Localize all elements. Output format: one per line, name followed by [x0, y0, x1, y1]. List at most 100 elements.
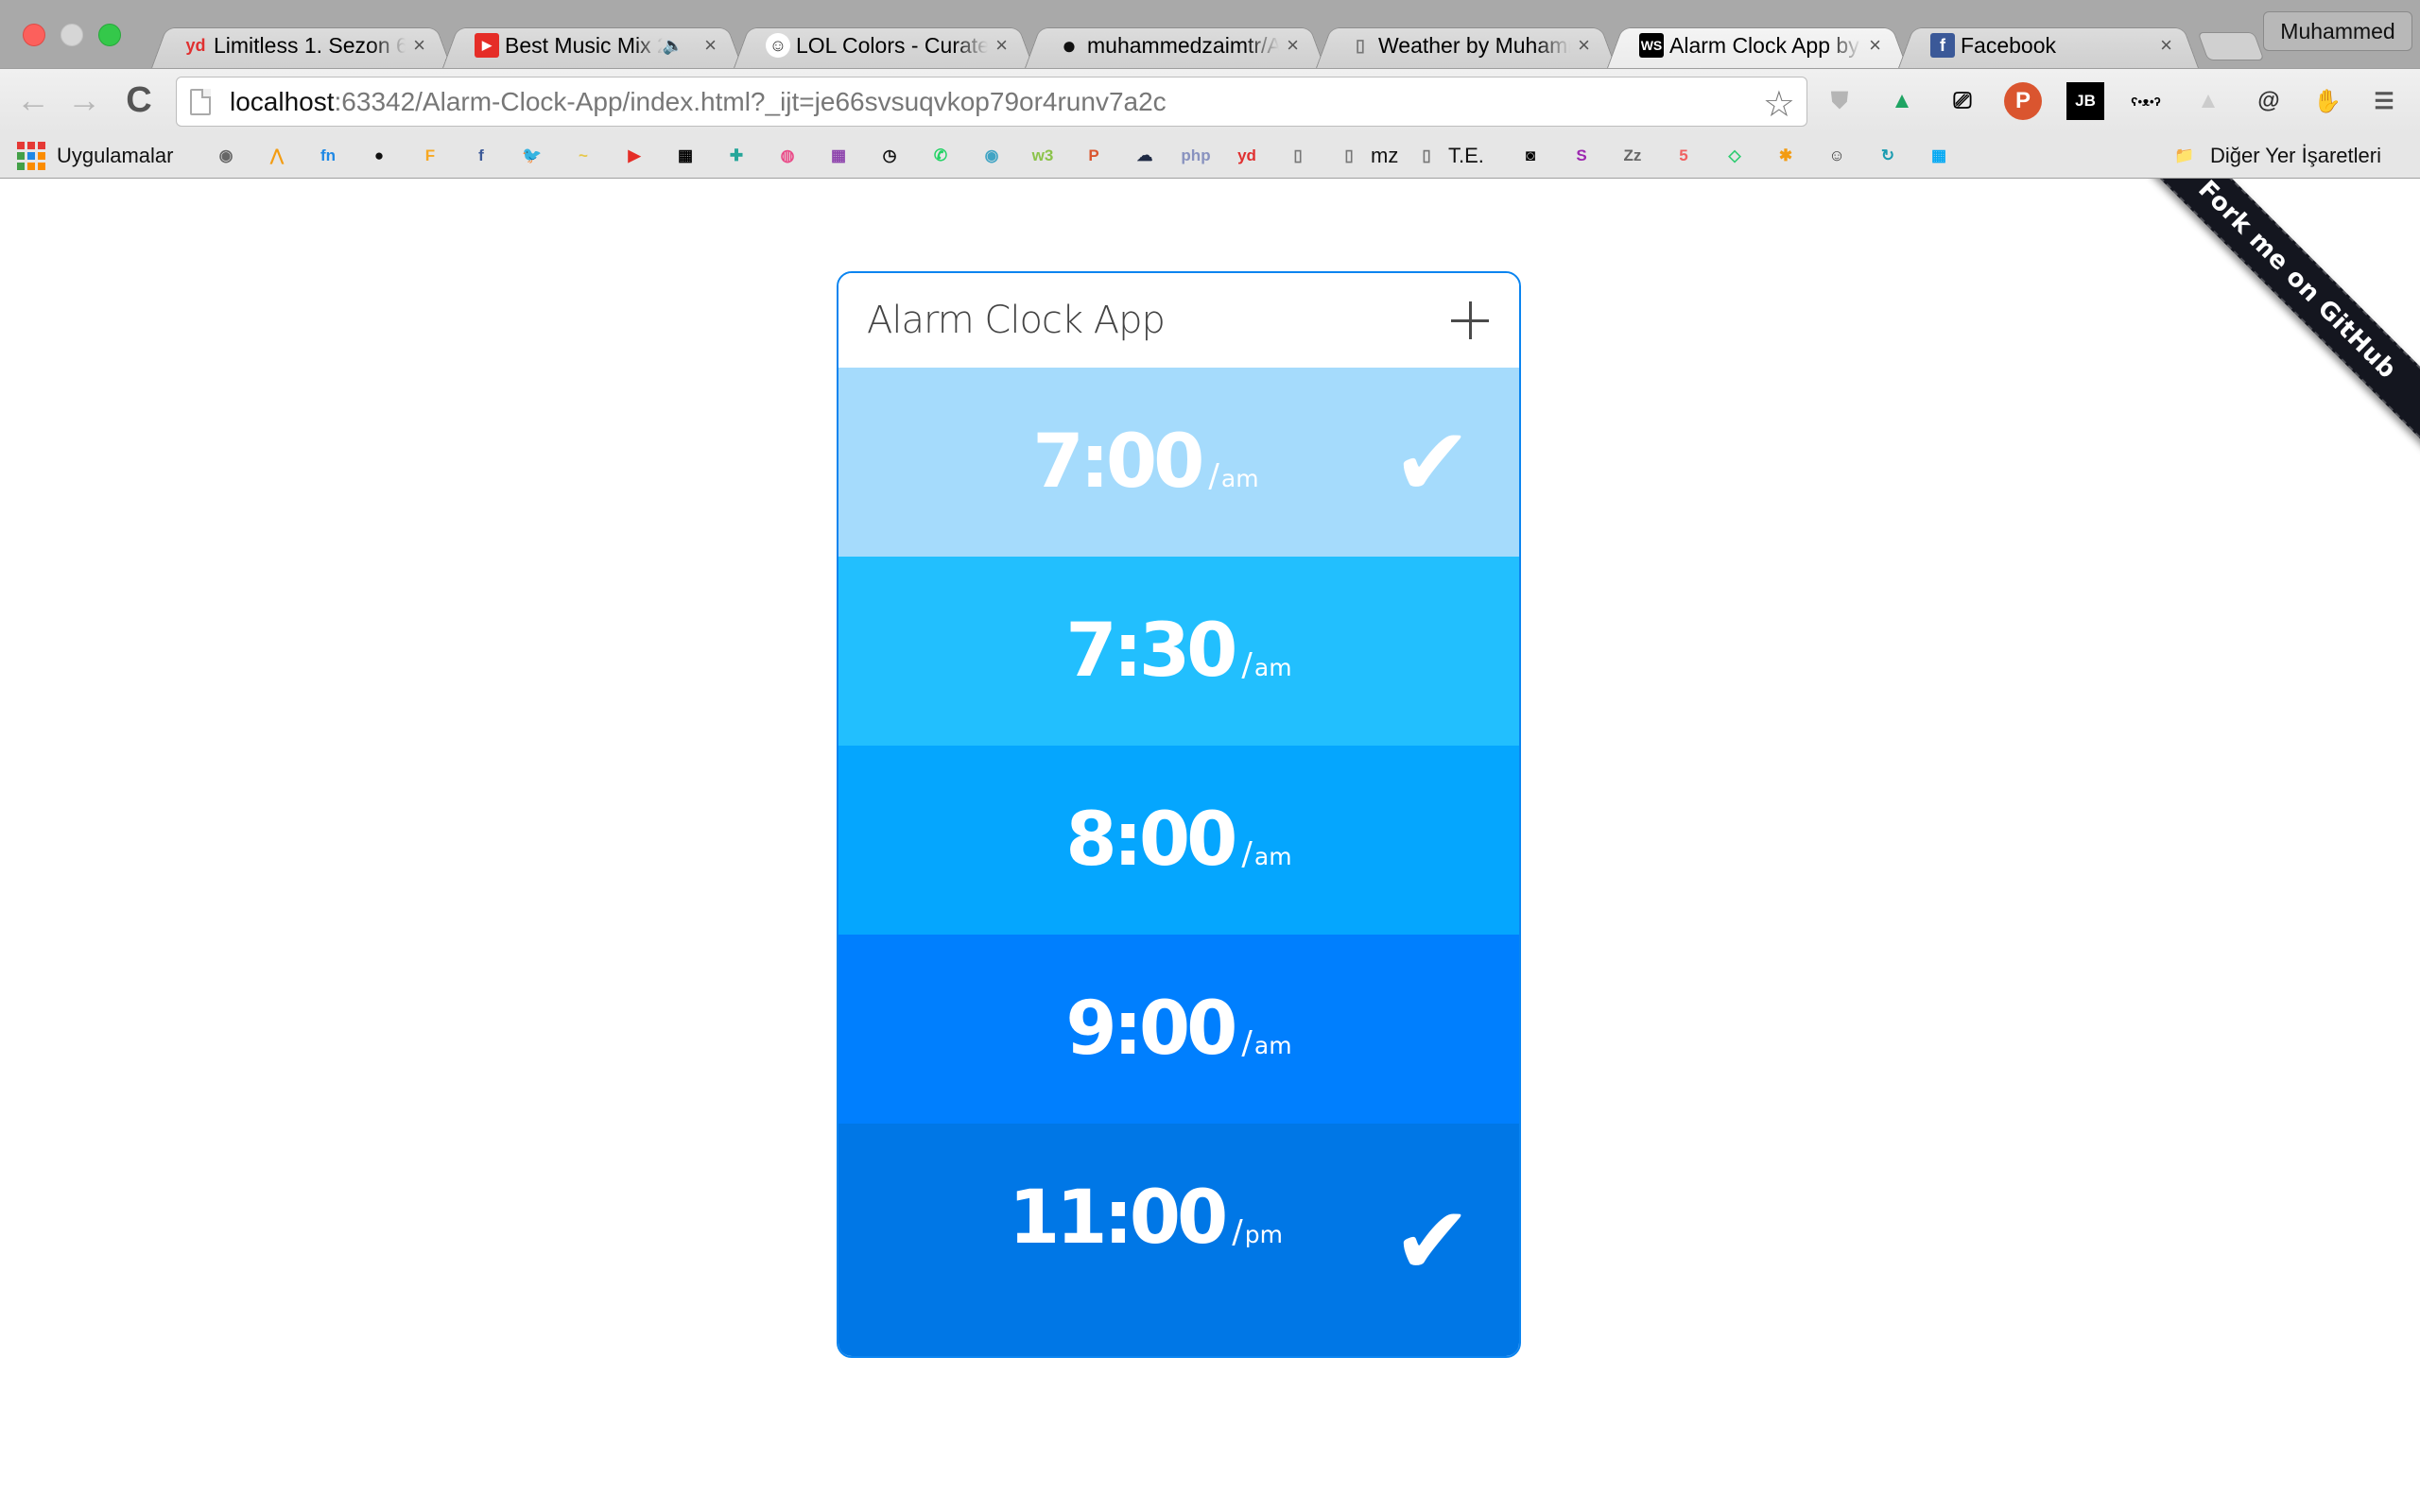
tab-close-icon[interactable]: ×: [413, 33, 425, 58]
folder-icon: 📁: [2174, 146, 2195, 164]
bookmark-w3[interactable]: w3: [1028, 142, 1057, 170]
bookmark-github[interactable]: ●: [365, 142, 393, 170]
bookmark-elephant[interactable]: ◉: [212, 142, 240, 170]
tab-3[interactable]: ☺ LOL Colors - Curated ×: [734, 23, 1034, 68]
bookmark-mz[interactable]: ▯ mz: [1335, 142, 1398, 170]
maximize-window-button[interactable]: [98, 24, 121, 46]
bookmark-s[interactable]: S: [1567, 142, 1596, 170]
app-title: Alarm Clock App: [867, 299, 1166, 342]
shield-icon[interactable]: ⛊: [1821, 82, 1858, 120]
check-icon[interactable]: ✔: [1392, 407, 1472, 518]
devices-icon[interactable]: ⎚: [1944, 82, 1981, 120]
tab-title: Limitless 1. Sezon 6. Bölüm: [214, 32, 406, 58]
bookmark-php[interactable]: php: [1181, 142, 1210, 170]
audio-playing-icon[interactable]: 🔈: [663, 36, 683, 56]
add-alarm-button[interactable]: [1449, 300, 1491, 341]
address-bar[interactable]: localhost:63342/Alarm-Clock-App/index.ht…: [176, 77, 1807, 127]
bookmark-clock[interactable]: ◷: [875, 142, 904, 170]
tab-close-icon[interactable]: ×: [704, 33, 717, 58]
alarm-time: 7:00: [1032, 420, 1204, 505]
bookmark-camera[interactable]: ◙: [1516, 142, 1545, 170]
tab-6[interactable]: WSAlarm Clock App by Muhammed ×: [1607, 23, 1908, 68]
bookmark-asterisk[interactable]: ✱: [1772, 142, 1800, 170]
tab-title: Alarm Clock App by Muhammed: [1669, 32, 1861, 58]
drive-gray-icon[interactable]: ▲: [2189, 82, 2227, 120]
bookmark-te[interactable]: ▯ T.E.: [1412, 142, 1484, 170]
tab-favicon-icon: ▯: [1356, 35, 1365, 55]
back-button[interactable]: ←: [11, 78, 55, 122]
bookmark-cloud[interactable]: ☁: [1131, 142, 1159, 170]
bookmark-zzweb[interactable]: Zz: [1618, 142, 1647, 170]
tab-1[interactable]: yd Limitless 1. Sezon 6. Bölüm ×: [151, 23, 452, 68]
tab-5[interactable]: ▯ Weather by Muhammed ×: [1316, 23, 1616, 68]
fork-on-github-ribbon[interactable]: Fork me on GitHub: [2091, 179, 2420, 486]
bookmark-facebook[interactable]: f: [467, 142, 495, 170]
new-tab-button[interactable]: [2197, 32, 2265, 60]
check-icon[interactable]: ✔: [1392, 1186, 1472, 1297]
bookmark-colors[interactable]: ▦: [824, 142, 853, 170]
page-icon: [190, 88, 211, 115]
tab-close-icon[interactable]: ×: [1869, 33, 1881, 58]
snail-icon[interactable]: @: [2250, 82, 2288, 120]
bookmark-periscope[interactable]: ◉: [977, 142, 1006, 170]
bookmark-youtube[interactable]: ▶: [620, 142, 648, 170]
tab-7[interactable]: f Facebook ×: [1898, 23, 2199, 68]
arrow-right-icon: →: [67, 80, 101, 119]
bookmark-twitter[interactable]: 🐦: [518, 142, 546, 170]
zzweb-icon: Zz: [1623, 146, 1642, 164]
url-text[interactable]: localhost:63342/Alarm-Clock-App/index.ht…: [230, 87, 1167, 117]
alarm-row[interactable]: 8:00/am: [838, 746, 1519, 935]
bookmark-star-icon[interactable]: ☆: [1763, 83, 1795, 126]
clock-icon: ◷: [882, 146, 897, 164]
bookmark-whatsapp[interactable]: ✆: [926, 142, 955, 170]
tab-close-icon[interactable]: ×: [2160, 33, 2172, 58]
other-bookmarks-folder[interactable]: 📁 Diğer Yer İşaretleri: [2170, 142, 2381, 170]
bookmark-producthunt[interactable]: P: [1080, 142, 1108, 170]
apps-grid-dot: [38, 163, 45, 170]
tab-favicon-icon: f: [1930, 33, 1955, 58]
tab-favicon-icon: WS: [1639, 33, 1664, 58]
bookmark-apps[interactable]: Uygulamalar: [17, 142, 174, 170]
producthunt-icon[interactable]: P: [2004, 82, 2042, 120]
bookmark-pma[interactable]: ⋀: [263, 142, 291, 170]
alarm-row[interactable]: 11:00/pm ✔: [838, 1124, 1519, 1356]
bookmark-squares[interactable]: ▦: [1925, 142, 1953, 170]
alarm-row[interactable]: 7:00/am ✔: [838, 368, 1519, 557]
bookmark-html5[interactable]: 5: [1669, 142, 1698, 170]
profile-button[interactable]: Muhammed: [2263, 11, 2412, 51]
alarm-period: am: [1253, 654, 1292, 681]
alarm-separator: /: [1241, 1024, 1253, 1062]
bookmark-page[interactable]: ▯: [1284, 142, 1312, 170]
bookmark-avatar[interactable]: ☺: [1823, 142, 1851, 170]
alarm-row[interactable]: 9:00/am: [838, 935, 1519, 1124]
tab-4[interactable]: ● muhammedzaimtr/Alarm ×: [1025, 23, 1325, 68]
tv-icon: ▦: [677, 146, 694, 164]
forward-button[interactable]: →: [62, 78, 106, 122]
bookmark-devpod[interactable]: F: [416, 142, 444, 170]
bookmark-yd[interactable]: yd: [1233, 142, 1261, 170]
panda-icon[interactable]: ʕ•ᴥ•ʔ: [2127, 82, 2165, 120]
te-icon: ▯: [1422, 146, 1431, 164]
tab-close-icon[interactable]: ×: [1287, 33, 1299, 58]
bookmark-tekno[interactable]: ~: [569, 142, 597, 170]
alarm-clock-card: Alarm Clock App 7:00/am ✔ 7:30/am 8:00/am 9:…: [837, 271, 1521, 1358]
jetbrains-icon[interactable]: JB: [2066, 82, 2104, 120]
close-window-button[interactable]: [23, 24, 45, 46]
bookmark-dribbble[interactable]: ◍: [773, 142, 802, 170]
bookmark-code[interactable]: ◇: [1720, 142, 1749, 170]
tab-close-icon[interactable]: ×: [1578, 33, 1590, 58]
reload-button[interactable]: C: [117, 78, 161, 122]
google-drive-icon[interactable]: ▲: [1883, 82, 1921, 120]
adblock-icon[interactable]: ✋: [2308, 82, 2346, 120]
menu-icon[interactable]: ☰: [2365, 82, 2403, 120]
bookmark-fn[interactable]: fn: [314, 142, 342, 170]
tab-close-icon[interactable]: ×: [995, 33, 1008, 58]
bookmark-tinder[interactable]: ✚: [722, 142, 751, 170]
bookmark-label: T.E.: [1448, 144, 1484, 167]
bookmark-tv[interactable]: ▦: [671, 142, 700, 170]
minimize-window-button[interactable]: [60, 24, 83, 46]
tab-title: LOL Colors - Curated: [796, 32, 989, 58]
alarm-row[interactable]: 7:30/am: [838, 557, 1519, 746]
bookmark-refresh[interactable]: ↻: [1874, 142, 1902, 170]
tab-2[interactable]: ▶Best Music Mix 2016🔈 ×: [442, 23, 743, 68]
